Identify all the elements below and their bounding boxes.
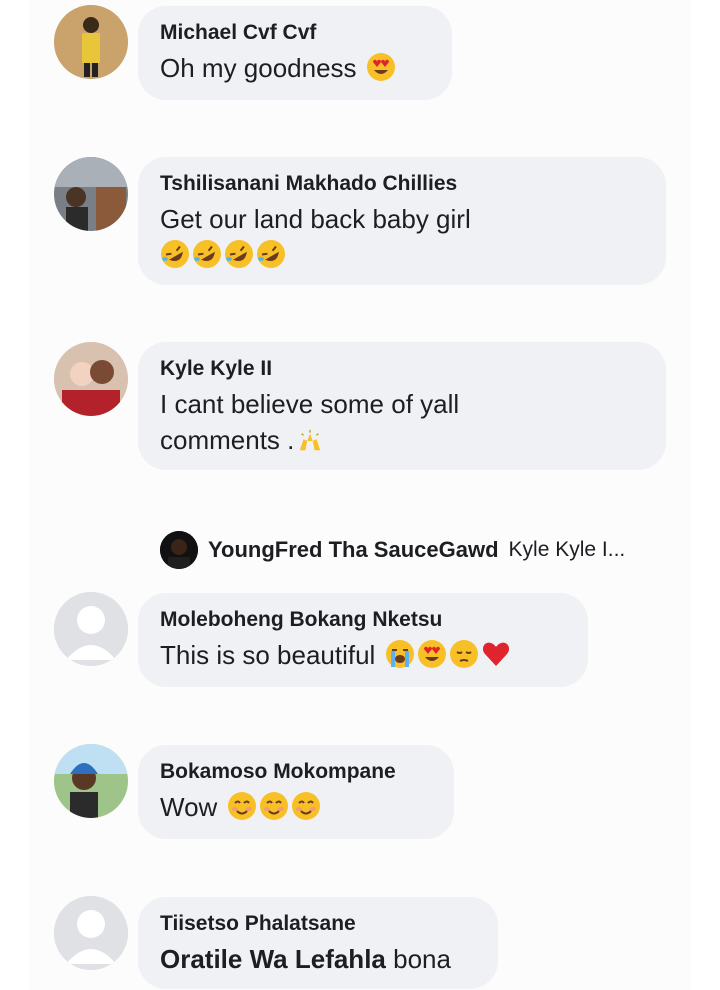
comment-text: comments . xyxy=(160,422,642,458)
comment-bubble[interactable]: Moleboheng Bokang Nketsu This is so beau… xyxy=(138,593,588,687)
comments-panel xyxy=(30,0,690,990)
rofl-icon xyxy=(192,239,222,269)
smiling-blush-icon xyxy=(259,791,289,821)
comment-body: bona xyxy=(393,944,451,974)
comment-bubble[interactable]: Michael Cvf Cvf Oh my goodness xyxy=(138,6,452,100)
comment-body: This is so beautiful xyxy=(160,640,376,670)
avatar[interactable] xyxy=(54,744,128,818)
comment-bubble[interactable]: Tshilisanani Makhado Chillies Get our la… xyxy=(138,157,666,285)
commenter-name[interactable]: Kyle Kyle II xyxy=(160,356,642,382)
avatar[interactable] xyxy=(54,342,128,416)
commenter-name[interactable]: Tiisetso Phalatsane xyxy=(160,911,474,937)
rofl-icon xyxy=(224,239,254,269)
commenter-name[interactable]: Michael Cvf Cvf xyxy=(160,20,428,46)
comment-bubble[interactable]: Tiisetso Phalatsane Oratile Wa Lefahla b… xyxy=(138,897,498,989)
heart-eyes-icon xyxy=(417,639,447,669)
mention-link[interactable]: Oratile Wa Lefahla xyxy=(160,944,386,974)
avatar[interactable] xyxy=(54,592,128,666)
reply-preview-text[interactable]: Kyle Kyle I... xyxy=(509,538,626,562)
comment-text: This is so beautiful xyxy=(160,637,564,673)
commenter-name[interactable]: Moleboheng Bokang Nketsu xyxy=(160,607,564,633)
comment-body: Wow xyxy=(160,792,218,822)
avatar[interactable] xyxy=(54,5,128,79)
raised-hands-icon xyxy=(296,428,324,454)
loudly-crying-icon xyxy=(385,639,415,669)
pensive-icon xyxy=(449,639,479,669)
comment-body-continued: comments . xyxy=(160,425,295,455)
heart-eyes-icon xyxy=(366,52,396,82)
avatar[interactable] xyxy=(160,531,198,569)
avatar[interactable] xyxy=(54,157,128,231)
comment-text: Oratile Wa Lefahla bona xyxy=(160,941,474,977)
comment-body: Get our land back baby girl xyxy=(160,204,471,234)
comment-body: I cant believe some of yall xyxy=(160,389,460,419)
commenter-name[interactable]: Tshilisanani Makhado Chillies xyxy=(160,171,642,197)
rofl-icon xyxy=(256,239,286,269)
comment-bubble[interactable]: Bokamoso Mokompane Wow xyxy=(138,745,454,839)
reply-author-name[interactable]: YoungFred Tha SauceGawd xyxy=(208,537,499,563)
commenter-name[interactable]: Bokamoso Mokompane xyxy=(160,759,430,785)
smiling-blush-icon xyxy=(227,791,257,821)
comment-body: Oh my goodness xyxy=(160,53,357,83)
smiling-blush-icon xyxy=(291,791,321,821)
red-heart-icon xyxy=(481,639,511,669)
rofl-icon xyxy=(160,239,190,269)
comment-text: Oh my goodness xyxy=(160,50,428,86)
comment-text: Wow xyxy=(160,789,430,825)
comment-bubble[interactable]: Kyle Kyle II I cant believe some of yall… xyxy=(138,342,666,470)
reply-preview[interactable]: YoungFred Tha SauceGawd Kyle Kyle I... xyxy=(160,530,625,570)
comment-emoji-row xyxy=(160,237,642,273)
avatar[interactable] xyxy=(54,896,128,970)
